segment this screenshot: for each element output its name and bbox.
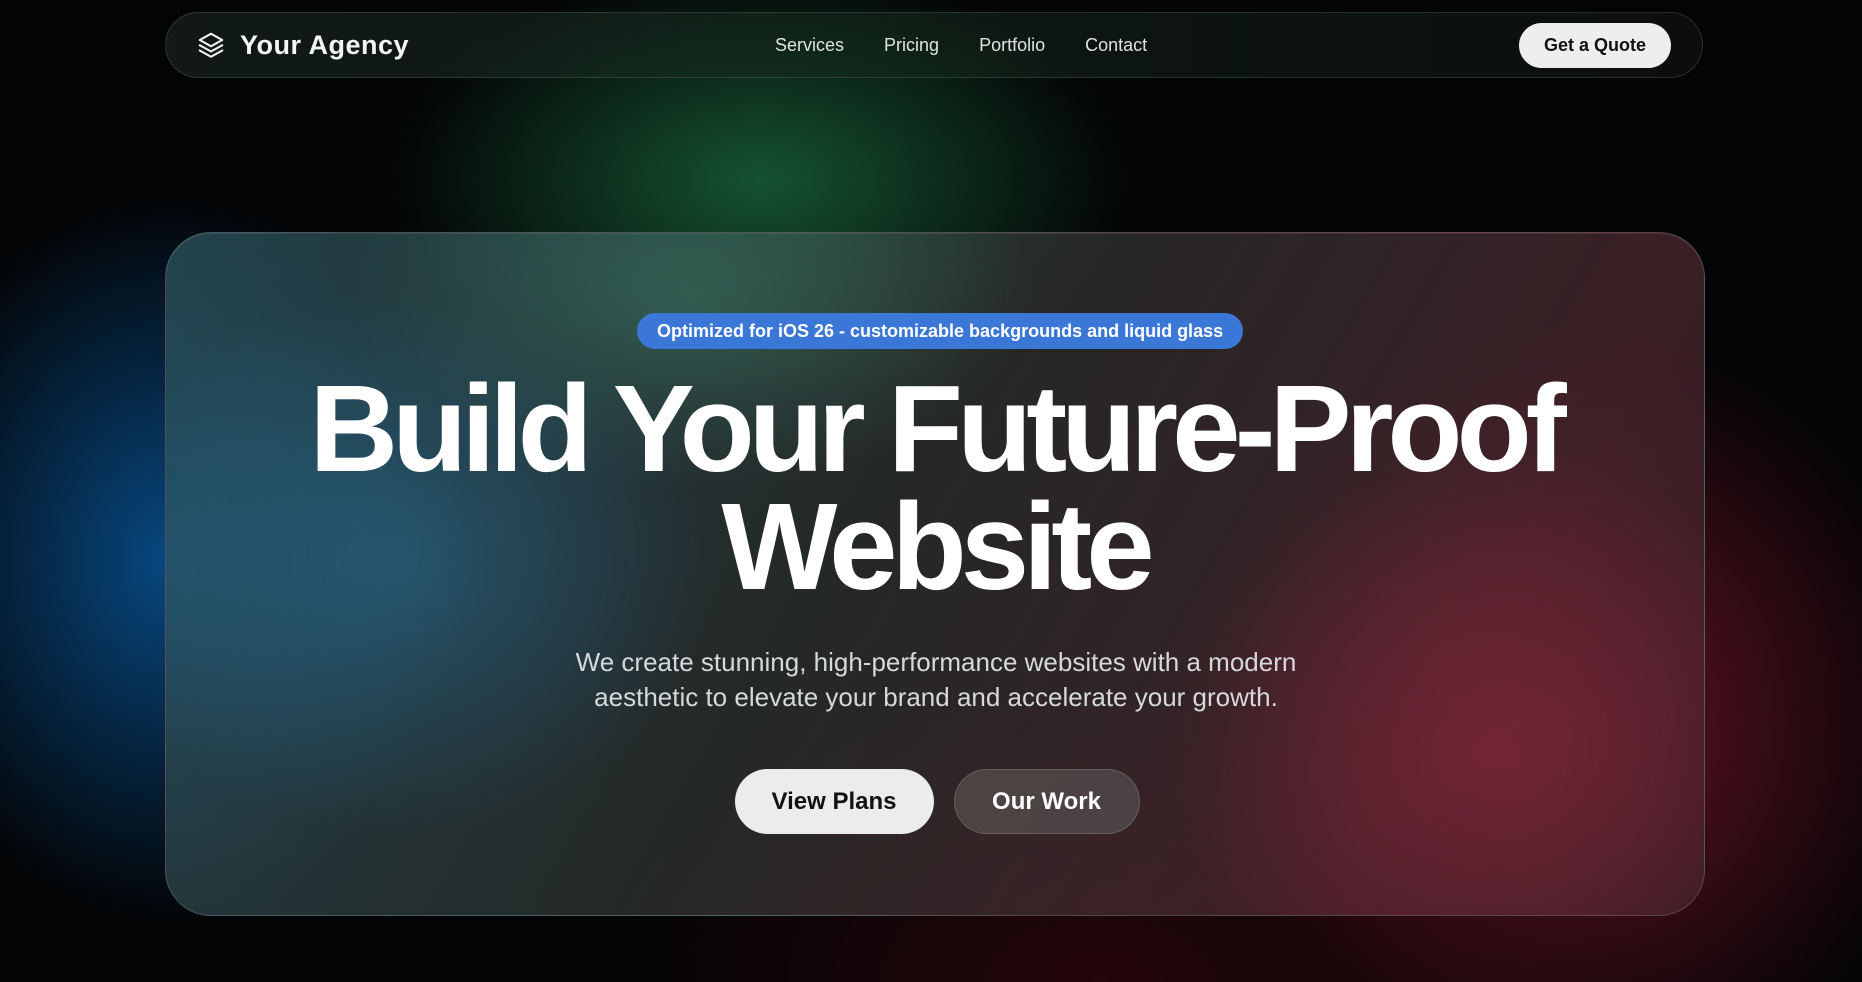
headline-line-2: Website [721,479,1154,616]
cta-row: View Plans Our Work [166,769,1704,834]
hero-subtext: We create stunning, high-performance web… [536,645,1336,715]
hero-headline: Build Your Future-Proof Website [166,368,1704,609]
nav-links: Services Pricing Portfolio Contact [775,13,1147,77]
nav-link-services[interactable]: Services [775,35,844,56]
headline-line-1: Build Your Future-Proof [309,361,1566,498]
layers-icon [196,30,226,60]
get-a-quote-button[interactable]: Get a Quote [1518,22,1671,68]
top-nav: Your Agency Services Pricing Portfolio C… [165,12,1703,78]
subtext-line-2: aesthetic to elevate your brand and acce… [594,682,1278,712]
nav-link-portfolio[interactable]: Portfolio [979,35,1045,56]
subtext-line-1: We create stunning, high-performance web… [575,647,1297,677]
page: Your Agency Services Pricing Portfolio C… [0,0,1862,982]
nav-link-pricing[interactable]: Pricing [884,35,939,56]
view-plans-button[interactable]: View Plans [734,769,934,834]
brand[interactable]: Your Agency [196,30,409,61]
nav-link-contact[interactable]: Contact [1085,35,1147,56]
our-work-button[interactable]: Our Work [953,769,1140,834]
feature-badge: Optimized for iOS 26 - customizable back… [637,313,1244,349]
hero-card: Optimized for iOS 26 - customizable back… [165,232,1705,916]
brand-name: Your Agency [240,29,410,60]
